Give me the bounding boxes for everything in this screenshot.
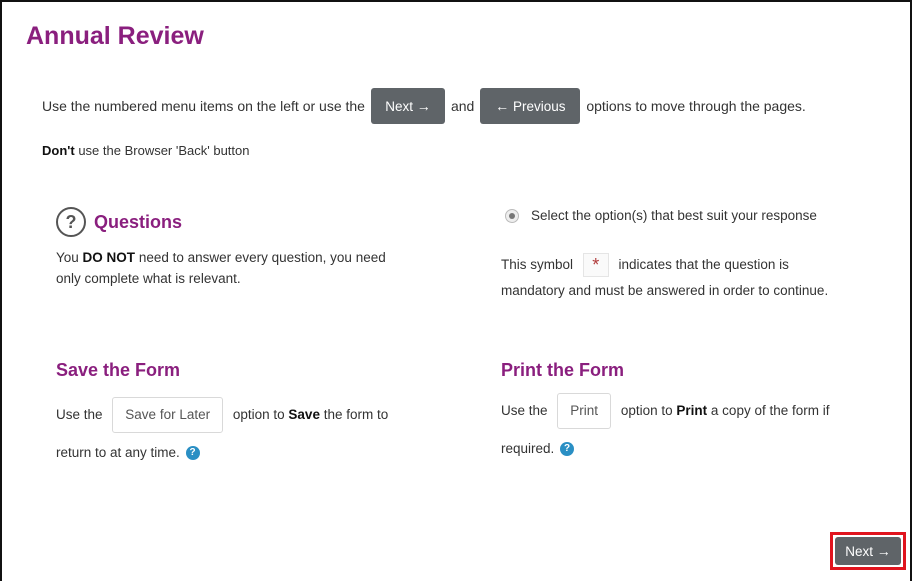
- warning-bold: Don't: [42, 143, 75, 158]
- warning-rest: use the Browser 'Back' button: [78, 143, 250, 158]
- inline-previous-button: ← Previous: [480, 88, 581, 124]
- questions-line1: need to answer every question, you need: [138, 250, 386, 265]
- save-text: Use the Save for Later option to Save th…: [56, 396, 388, 472]
- help-icon[interactable]: ?: [560, 442, 575, 457]
- mandatory-line2: mandatory and must be answered in order …: [501, 283, 829, 298]
- question-circle-icon: ?: [56, 207, 86, 237]
- radio-example-icon: [505, 208, 519, 223]
- intro-line: Use the numbered menu items on the left …: [42, 88, 806, 124]
- page-title: Annual Review: [26, 22, 204, 50]
- print-rest: a copy of the form if: [710, 403, 830, 418]
- select-instruction: Select the option(s) that best suit your…: [505, 208, 817, 223]
- inline-previous-label: Previous: [512, 98, 566, 114]
- select-text: Select the option(s) that best suit your…: [531, 208, 817, 223]
- questions-before: You: [56, 250, 79, 265]
- next-button-label: Next: [845, 543, 873, 559]
- print-line2: required.: [501, 441, 555, 456]
- symbol-after: indicates that the question is: [618, 257, 789, 272]
- next-button-highlight: Next →: [830, 532, 906, 570]
- arrow-left-icon: ←: [495, 98, 510, 114]
- print-text: Use the Print option to Print a copy of …: [501, 392, 829, 468]
- symbol-before: This symbol: [501, 257, 574, 272]
- inline-next-label: Next: [385, 98, 413, 114]
- help-icon[interactable]: ?: [185, 446, 200, 461]
- save-rest: the form to: [323, 407, 389, 422]
- inline-next-button: Next →: [370, 88, 445, 124]
- print-example-button: Print: [557, 393, 612, 430]
- save-bold: Save: [288, 407, 320, 422]
- print-bold: Print: [676, 403, 708, 418]
- print-title: Print the Form: [501, 360, 625, 380]
- save-line2: return to at any time.: [56, 445, 180, 460]
- mandatory-text: This symbol * indicates that the questio…: [501, 252, 828, 304]
- intro-text-after: options to move through the pages.: [586, 98, 806, 114]
- intro-text-before: Use the numbered menu items on the left …: [42, 98, 365, 114]
- questions-bold: DO NOT: [82, 250, 136, 265]
- questions-line2: only complete what is relevant.: [56, 271, 241, 286]
- save-title: Save the Form: [56, 360, 181, 380]
- questions-text: You DO NOT need to answer every question…: [56, 247, 386, 289]
- back-button-warning: Don't use the Browser 'Back' button: [42, 143, 250, 158]
- arrow-right-icon: →: [416, 98, 431, 114]
- next-button[interactable]: Next →: [835, 537, 901, 565]
- page-frame: Annual Review Use the numbered menu item…: [0, 0, 912, 581]
- intro-and: and: [450, 98, 475, 114]
- questions-header: ? Questions: [56, 207, 182, 237]
- questions-title: Questions: [94, 211, 183, 232]
- arrow-right-icon: →: [876, 543, 891, 559]
- save-option-to: option to: [232, 407, 285, 422]
- print-option-to: option to: [620, 403, 673, 418]
- save-use-the: Use the: [56, 407, 103, 422]
- save-for-later-example-button: Save for Later: [112, 397, 224, 434]
- print-use-the: Use the: [501, 403, 548, 418]
- mandatory-star-icon: *: [582, 253, 609, 278]
